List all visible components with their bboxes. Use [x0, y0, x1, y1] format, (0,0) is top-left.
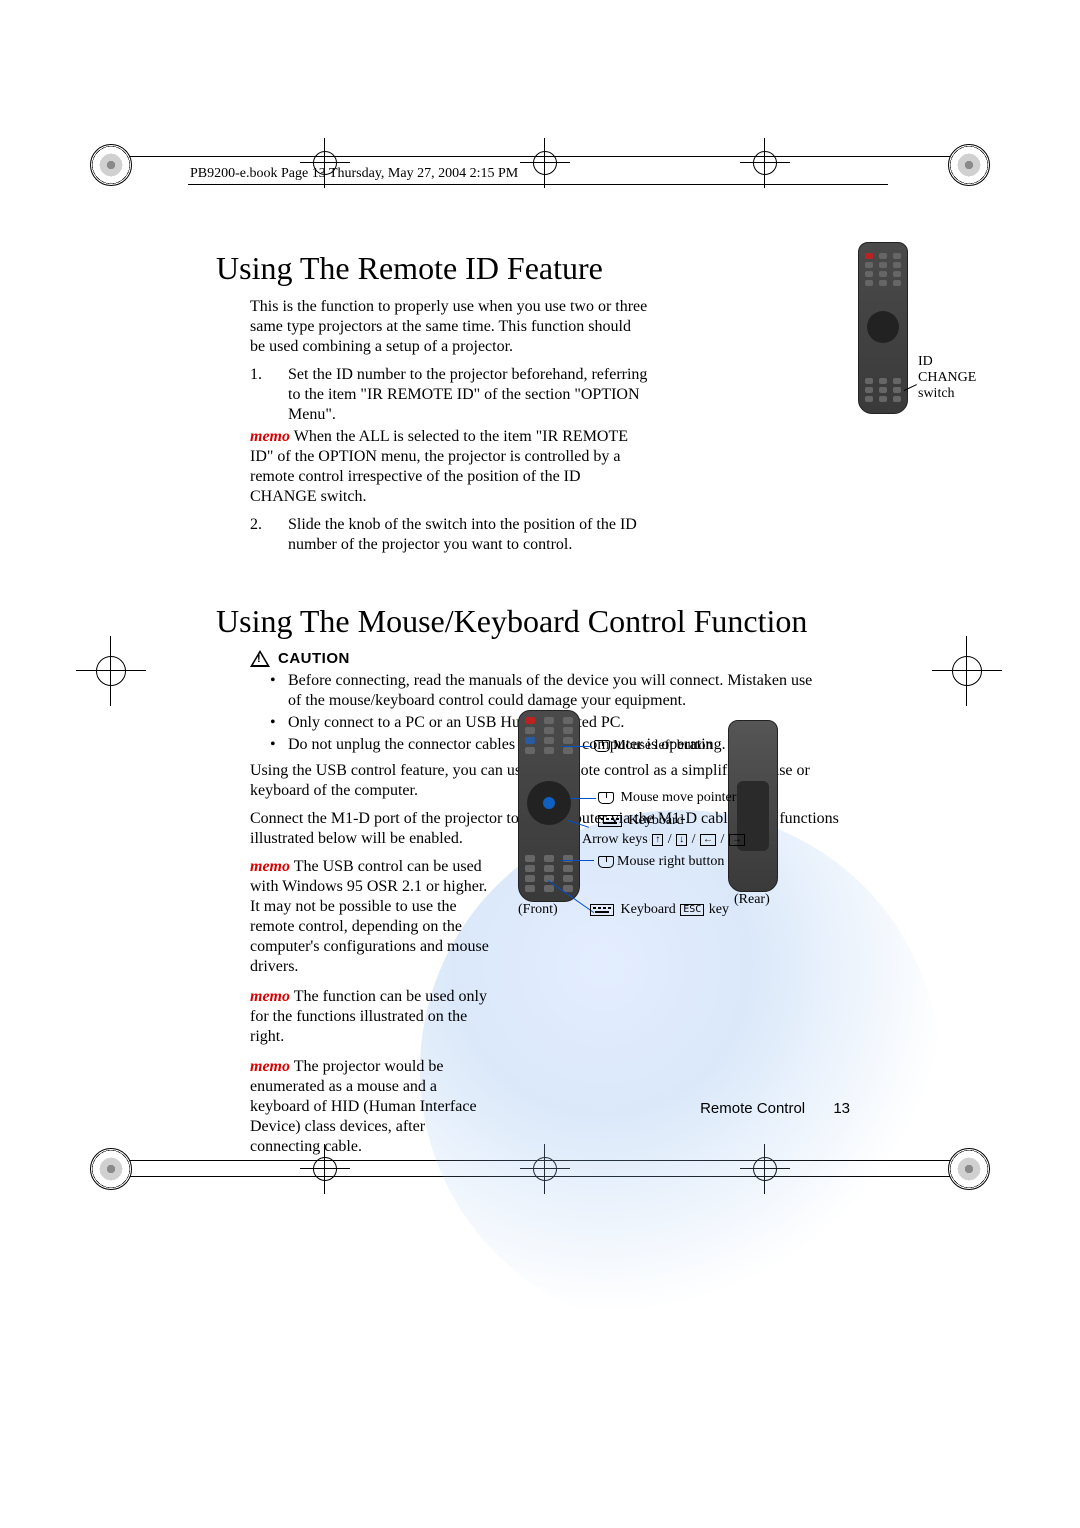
callout-text: Mouse move pointer: [621, 790, 737, 805]
sep: /: [664, 832, 675, 847]
remote-front-icon: [518, 710, 580, 902]
callout-arrow-keys: Arrow keys ↑ / ↓ / ← / →: [582, 832, 746, 848]
esc-key-icon: ESC: [680, 904, 704, 916]
step-number: 1.: [250, 365, 270, 425]
mouse-icon: [594, 740, 610, 752]
frame-line: [188, 184, 888, 185]
callout-text: Mouse left button: [613, 738, 713, 753]
remote-body-icon: [858, 242, 908, 414]
arrow-left-icon: ←: [700, 834, 716, 846]
crop-ring-icon: [948, 144, 990, 186]
callout-esc-key: Keyboard ESC key: [590, 902, 729, 918]
step-1: 1. Set the ID number to the projector be…: [250, 365, 660, 425]
callout-mouse-left: Mouse left button: [594, 738, 713, 754]
mouse-icon: [598, 792, 614, 804]
memo-b: memo The function can be used only for t…: [250, 987, 490, 1047]
remote-diagram: Mouse left button Mouse move pointer Key…: [518, 710, 898, 930]
caution-triangle-icon: !: [250, 650, 270, 667]
leader-line: [570, 798, 596, 799]
id-label-line: switch: [918, 386, 955, 401]
arrow-down-icon: ↓: [676, 834, 687, 846]
arrow-up-icon: ↑: [652, 834, 663, 846]
step-text: Slide the knob of the switch into the po…: [288, 515, 660, 555]
id-label-line: CHANGE: [918, 370, 976, 385]
page-footer: Remote Control 13: [0, 1100, 1080, 1117]
id-change-callout: ID CHANGE switch: [918, 354, 976, 402]
leader-line: [562, 746, 592, 747]
remote-illustration-small: [858, 242, 912, 422]
sep: /: [717, 832, 728, 847]
list-item: Before connecting, read the manuals of t…: [288, 671, 828, 711]
intro-paragraph: This is the function to properly use whe…: [250, 297, 650, 357]
callout-keyboard: Keyboard: [598, 813, 684, 829]
callout-mouse-right: Mouse right button: [598, 854, 724, 870]
step-number: 2.: [250, 515, 270, 555]
kb-esc-text: Keyboard: [621, 902, 680, 917]
memo-a: memo The USB control can be used with Wi…: [250, 857, 490, 977]
memo-label: memo: [250, 428, 290, 445]
remote-rear-icon: [728, 720, 778, 892]
callout-text: Keyboard: [629, 813, 684, 828]
content-area: Using The Remote ID Feature This is the …: [218, 250, 858, 1157]
heading-mouse-keyboard: Using The Mouse/Keyboard Control Functio…: [216, 603, 858, 640]
crop-ring-icon: [90, 144, 132, 186]
memo-1: memo When the ALL is selected to the ite…: [250, 427, 650, 507]
front-label: (Front): [518, 902, 558, 918]
mouse-icon: [598, 856, 614, 868]
sep: /: [688, 832, 699, 847]
step-text: Set the ID number to the projector befor…: [288, 365, 660, 425]
heading-remote-id: Using The Remote ID Feature: [216, 250, 858, 287]
crop-ring-icon: [948, 1148, 990, 1190]
callout-mouse-move: Mouse move pointer: [598, 790, 736, 806]
arrow-keys-label: Arrow keys: [582, 832, 648, 847]
footer-section: Remote Control: [700, 1100, 805, 1117]
callout-text: Mouse right button: [617, 854, 724, 869]
caution-label: CAUTION: [278, 650, 350, 667]
id-label-line: ID: [918, 354, 933, 369]
memo-label: memo: [250, 1058, 290, 1075]
page: PB9200-e.book Page 13 Thursday, May 27, …: [0, 0, 1080, 1528]
step-2: 2. Slide the knob of the switch into the…: [250, 515, 660, 555]
memo-text: When the ALL is selected to the item "IR…: [250, 428, 628, 505]
memo-text: The USB control can be used with Windows…: [250, 858, 489, 975]
keyboard-icon: [590, 904, 614, 916]
caution-row: ! CAUTION: [250, 650, 858, 667]
kb-esc-text2: key: [705, 902, 729, 917]
footer-page-number: 13: [833, 1100, 850, 1117]
book-info: PB9200-e.book Page 13 Thursday, May 27, …: [190, 166, 518, 182]
keyboard-icon: [598, 815, 622, 827]
arrow-right-icon: →: [729, 834, 745, 846]
crop-ring-icon: [90, 1148, 132, 1190]
memo-label: memo: [250, 858, 290, 875]
rear-label: (Rear): [734, 892, 770, 908]
memo-label: memo: [250, 988, 290, 1005]
leader-line: [562, 860, 594, 861]
